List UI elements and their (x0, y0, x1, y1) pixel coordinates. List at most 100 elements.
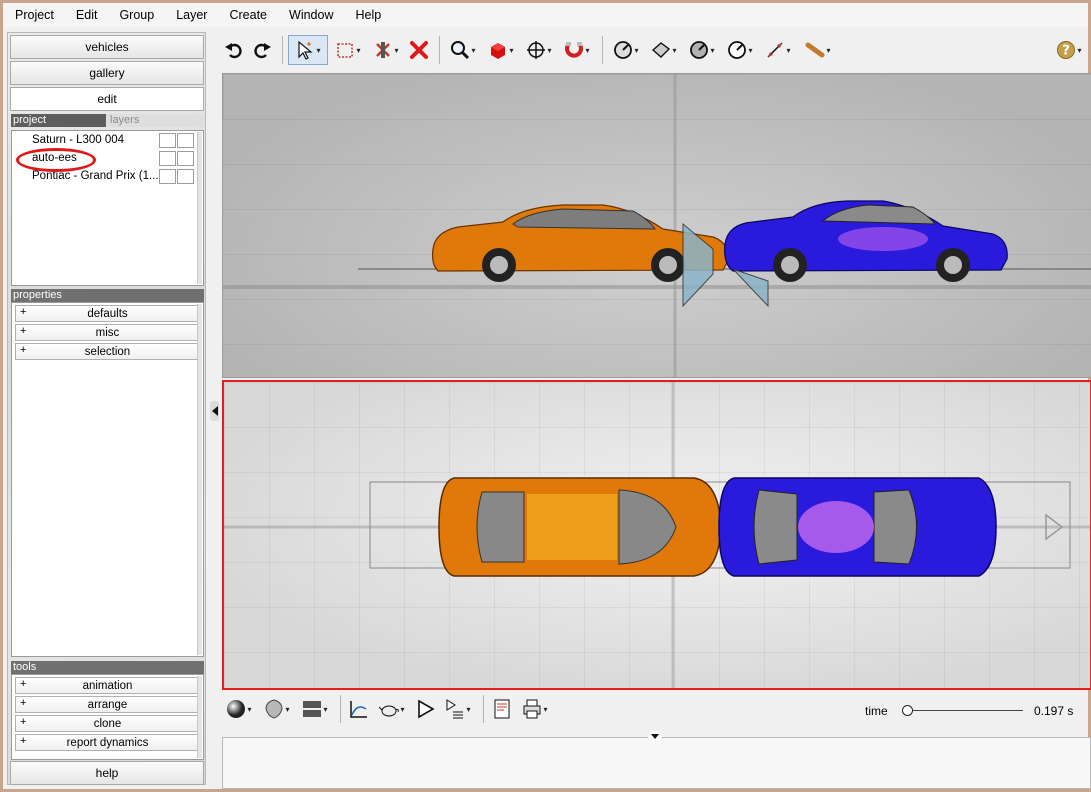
gallery-button[interactable]: gallery (10, 61, 204, 85)
time-label: time (865, 704, 888, 718)
project-item-saturn[interactable]: Saturn - L300 004 (12, 131, 203, 149)
print-button[interactable]: ▾ (517, 694, 553, 724)
menu-bar: Project Edit Group Layer Create Window H… (3, 3, 1088, 27)
select-icon (298, 40, 314, 60)
lock-checkbox[interactable] (177, 133, 194, 148)
delete-button[interactable] (406, 35, 432, 65)
render-mode-button[interactable]: ▾ (221, 694, 257, 724)
magnet-icon (565, 42, 584, 58)
tool-button[interactable]: ▾ (368, 35, 404, 65)
left-panel: vehicles gallery edit project layers Sat… (7, 32, 206, 785)
panel-collapse-handle[interactable] (210, 401, 219, 421)
report-icon (494, 699, 510, 719)
create-object-button[interactable]: ▾ (483, 35, 519, 65)
tools-scrollbar[interactable] (197, 676, 202, 758)
tools-arrange[interactable]: + arrange (15, 696, 200, 713)
menu-help[interactable]: Help (344, 8, 392, 22)
properties-defaults[interactable]: + defaults (15, 305, 200, 322)
gauge-icon (614, 41, 633, 59)
gauge-button[interactable]: ▾ (608, 35, 644, 65)
tube-button[interactable]: ▾ (798, 35, 838, 65)
magnet-button[interactable]: ▾ (559, 35, 595, 65)
toolbar-separator (439, 36, 440, 64)
menu-layer[interactable]: Layer (165, 8, 218, 22)
cube-icon (491, 43, 506, 59)
box-select-button[interactable]: ▾ (330, 35, 366, 65)
blue-car-top (718, 477, 997, 577)
report-button[interactable] (489, 694, 515, 724)
visibility-checkbox[interactable] (159, 169, 176, 184)
delete-icon (410, 41, 428, 59)
svg-text:?: ? (1063, 44, 1071, 59)
shield-icon (265, 699, 283, 719)
lock-checkbox[interactable] (177, 169, 194, 184)
tab-project[interactable]: project (11, 114, 106, 127)
properties-selection[interactable]: + selection (15, 343, 200, 360)
tools-clone[interactable]: + clone (15, 715, 200, 732)
properties-scrollbar[interactable] (197, 304, 202, 655)
tube-icon (805, 42, 825, 58)
help-button[interactable]: help (10, 761, 204, 785)
time-value: 0.197 s (1034, 704, 1074, 718)
move-icon (527, 41, 546, 59)
select-tool-button[interactable]: ▾ (288, 35, 328, 65)
teapot-icon (379, 705, 400, 717)
redo-icon (254, 43, 271, 59)
visibility-checkbox[interactable] (159, 151, 176, 166)
dial-button[interactable]: ▾ (684, 35, 720, 65)
help-menu-button[interactable]: ? ▾ (1051, 35, 1087, 65)
expand-icon: + (20, 306, 27, 318)
tools-report-dynamics[interactable]: + report dynamics (15, 734, 200, 751)
shading-button[interactable]: ▾ (259, 694, 295, 724)
menu-window[interactable]: Window (278, 8, 344, 22)
properties-misc[interactable]: + misc (15, 324, 200, 341)
undo-icon (225, 43, 242, 59)
play-list-icon (446, 699, 464, 719)
edit-button[interactable]: edit (10, 87, 204, 111)
measure-icon (767, 42, 784, 58)
toolbar-separator (602, 36, 603, 64)
menu-create[interactable]: Create (218, 8, 278, 22)
tools-animation[interactable]: + animation (15, 677, 200, 694)
zoom-icon (451, 41, 470, 60)
play-button[interactable] (412, 694, 438, 724)
surface-button[interactable]: ▾ (646, 35, 682, 65)
lock-checkbox[interactable] (177, 151, 194, 166)
redo-button[interactable] (249, 35, 275, 65)
vehicles-button[interactable]: vehicles (10, 35, 204, 59)
dial-icon (690, 41, 709, 59)
project-item-label: Saturn - L300 004 (32, 134, 125, 146)
move-button[interactable]: ▾ (521, 35, 557, 65)
time-slider-track[interactable] (909, 710, 1023, 711)
simulation-button[interactable]: ▾ (374, 694, 410, 724)
red-annotation-ellipse (16, 148, 96, 172)
menu-edit[interactable]: Edit (65, 8, 109, 22)
side-viewport[interactable] (222, 73, 1091, 378)
toolbar-separator (483, 695, 484, 723)
layout-button[interactable]: ▾ (297, 694, 333, 724)
play-options-button[interactable]: ▾ (440, 694, 476, 724)
app-window: Project Edit Group Layer Create Window H… (3, 3, 1091, 789)
chevron-down-icon[interactable] (648, 731, 662, 741)
tab-layers[interactable]: layers (106, 114, 204, 127)
print-icon (523, 699, 541, 719)
chevron-left-icon (211, 406, 218, 416)
undo-button[interactable] (221, 35, 247, 65)
menu-project[interactable]: Project (3, 8, 65, 22)
time-slider-thumb[interactable] (902, 705, 913, 716)
help-icon: ? (1057, 41, 1076, 59)
tools-header: tools (11, 661, 204, 674)
speed-button[interactable]: ▾ (722, 35, 758, 65)
tool-icon (376, 42, 391, 58)
expand-icon: + (20, 716, 27, 728)
menu-group[interactable]: Group (108, 8, 165, 22)
measure-button[interactable]: ▾ (760, 35, 796, 65)
visibility-checkbox[interactable] (159, 133, 176, 148)
zoom-button[interactable]: ▾ (445, 35, 481, 65)
top-viewport[interactable] (222, 380, 1091, 690)
play-icon (418, 699, 435, 719)
panel-icon (303, 701, 322, 717)
project-list: Saturn - L300 004 auto-ees Pontiac - Gra… (11, 130, 204, 286)
project-scrollbar[interactable] (197, 132, 202, 284)
graph-button[interactable] (346, 694, 372, 724)
